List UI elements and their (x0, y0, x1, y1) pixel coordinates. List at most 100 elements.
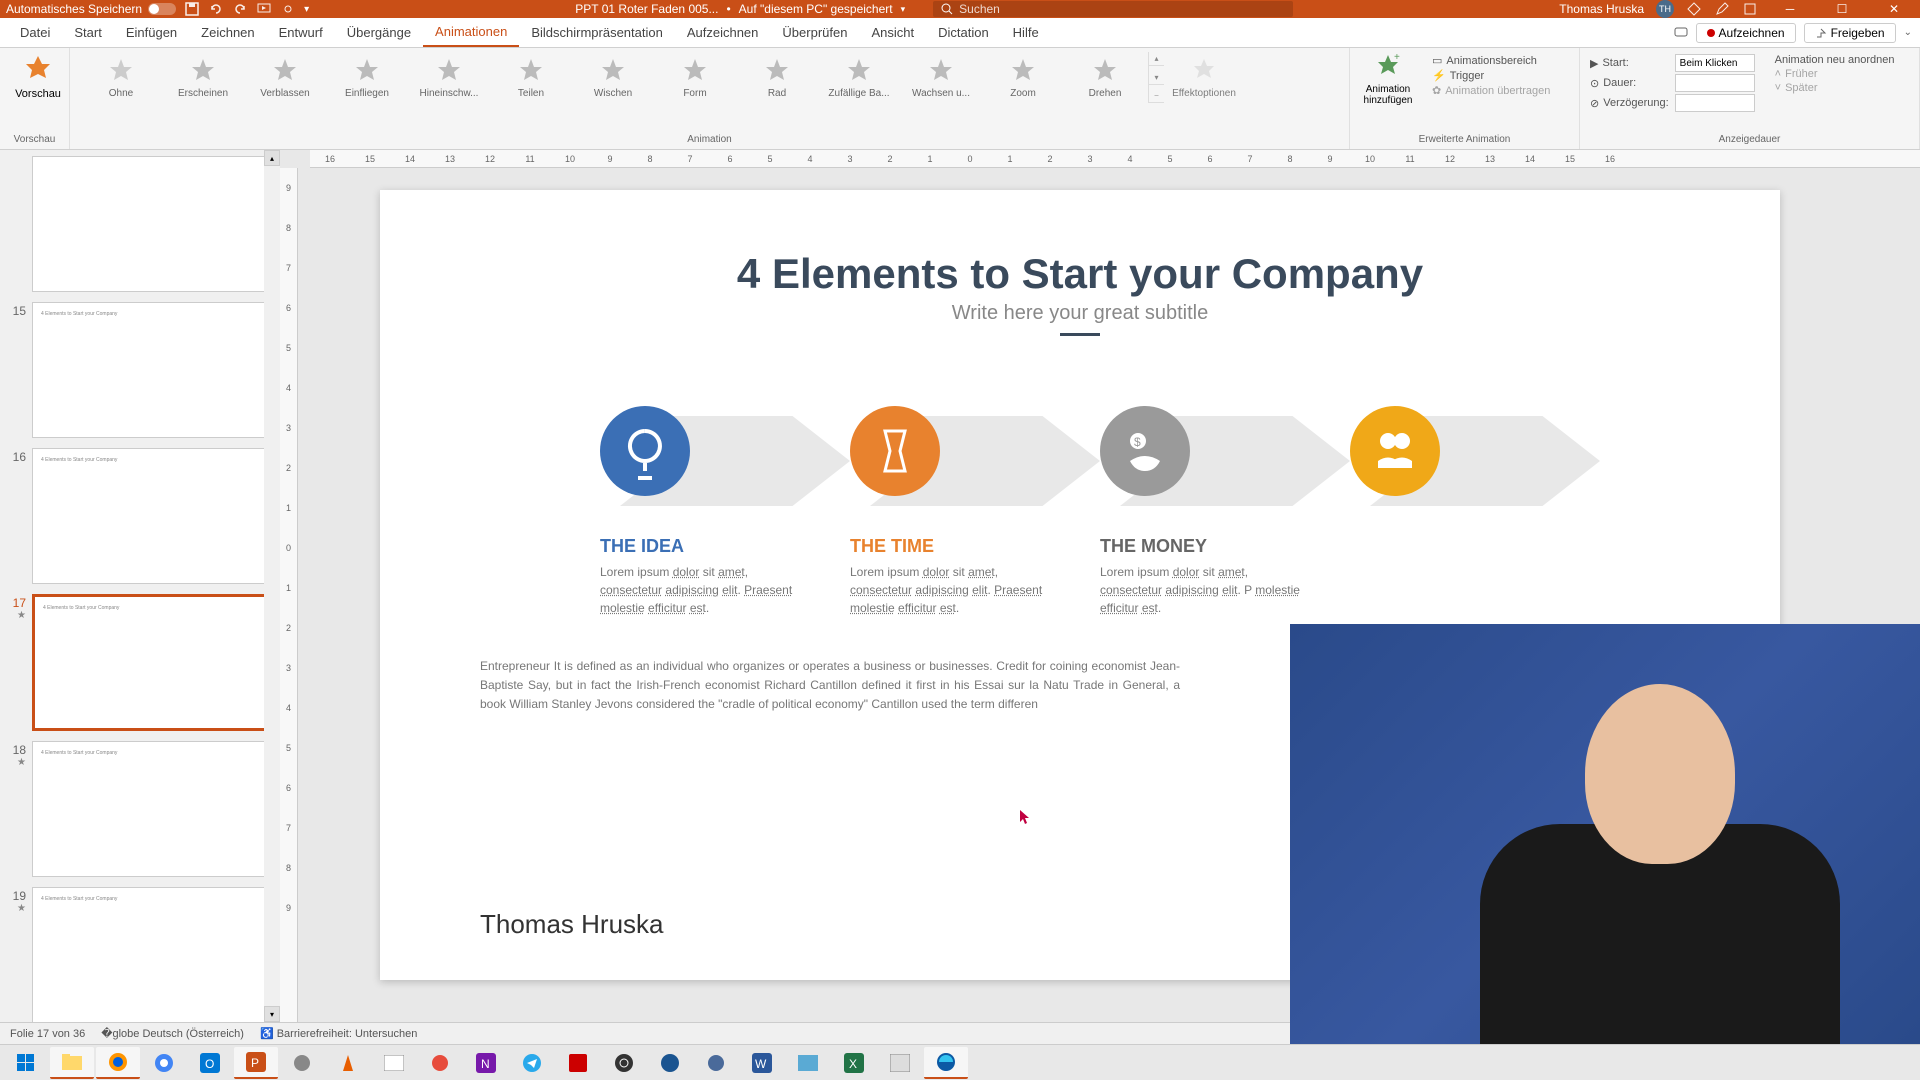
anim-teilen[interactable]: Teilen (492, 56, 570, 99)
redo-icon[interactable] (232, 1, 248, 17)
tab-einfuegen[interactable]: Einfügen (114, 18, 189, 47)
powerpoint-icon[interactable]: P (234, 1047, 278, 1079)
slideshow-icon[interactable] (256, 1, 272, 17)
anim-ohne[interactable]: Ohne (82, 56, 160, 99)
telegram-icon[interactable] (510, 1047, 554, 1079)
anim-wischen[interactable]: Wischen (574, 56, 652, 99)
later-button[interactable]: ˅Später (1775, 82, 1895, 94)
slide-title[interactable]: 4 Elements to Start your Company (460, 250, 1700, 298)
share-button[interactable]: Freigeben (1804, 23, 1896, 43)
anim-zufällige ba...[interactable]: Zufällige Ba... (820, 56, 898, 99)
user-avatar[interactable]: TH (1656, 0, 1674, 18)
anim-rad[interactable]: Rad (738, 56, 816, 99)
tab-uebergaenge[interactable]: Übergänge (335, 18, 423, 47)
ribbon-chevron-icon[interactable]: ⌄ (1904, 27, 1912, 38)
tab-ueberpruefen[interactable]: Überprüfen (770, 18, 859, 47)
app-icon-1[interactable] (280, 1047, 324, 1079)
edge-icon[interactable] (924, 1047, 968, 1079)
tab-zeichnen[interactable]: Zeichnen (189, 18, 266, 47)
app-icon-8[interactable] (878, 1047, 922, 1079)
element-3[interactable] (1330, 406, 1580, 617)
slide-counter[interactable]: Folie 17 von 36 (10, 1028, 85, 1040)
obs-icon[interactable] (602, 1047, 646, 1079)
onenote-icon[interactable]: N (464, 1047, 508, 1079)
delay-input[interactable] (1675, 94, 1755, 112)
thumb-18[interactable]: 18★4 Elements to Start your Company (6, 741, 274, 877)
animation-gallery[interactable]: OhneErscheinenVerblassenEinfliegenHinein… (78, 52, 1148, 103)
anim-verblassen[interactable]: Verblassen (246, 56, 324, 99)
anim-hineinschw...[interactable]: Hineinschw... (410, 56, 488, 99)
close-button[interactable]: ✕ (1874, 2, 1914, 16)
tab-praesentation[interactable]: Bildschirmpräsentation (519, 18, 675, 47)
thumb-19[interactable]: 19★4 Elements to Start your Company (6, 887, 274, 1022)
app-icon-3[interactable] (418, 1047, 462, 1079)
start-button[interactable] (4, 1047, 48, 1079)
preview-button[interactable]: Vorschau (8, 52, 68, 100)
save-icon[interactable] (184, 1, 200, 17)
tab-hilfe[interactable]: Hilfe (1001, 18, 1051, 47)
thumb-scroll-down[interactable]: ▾ (264, 1006, 280, 1022)
outlook-icon[interactable]: O (188, 1047, 232, 1079)
trigger-button[interactable]: ⚡Trigger (1432, 69, 1550, 82)
app-icon-2[interactable] (372, 1047, 416, 1079)
maximize-button[interactable]: ☐ (1822, 2, 1862, 16)
autosave-toggle[interactable]: Automatisches Speichern (6, 2, 176, 16)
gallery-scroll[interactable]: ▴▾⎯ (1148, 52, 1164, 103)
excel-icon[interactable]: X (832, 1047, 876, 1079)
app-icon-7[interactable] (786, 1047, 830, 1079)
effect-options-button[interactable]: Effektoptionen (1174, 52, 1234, 103)
tab-ansicht[interactable]: Ansicht (859, 18, 926, 47)
element-1[interactable]: THE TIME Lorem ipsum dolor sit amet, con… (830, 406, 1080, 617)
accessibility-status[interactable]: ♿ Barrierefreiheit: Untersuchen (260, 1027, 417, 1040)
earlier-button[interactable]: ˄Früher (1775, 68, 1895, 80)
tab-aufzeichnen[interactable]: Aufzeichnen (675, 18, 771, 47)
diamond-icon[interactable] (1686, 1, 1702, 17)
username[interactable]: Thomas Hruska (1559, 2, 1644, 16)
anim-einfliegen[interactable]: Einfliegen (328, 56, 406, 99)
language-status[interactable]: �globe Deutsch (Österreich) (101, 1027, 244, 1040)
anim-erscheinen[interactable]: Erscheinen (164, 56, 242, 99)
word-icon[interactable]: W (740, 1047, 784, 1079)
element-2[interactable]: $ THE MONEY Lorem ipsum dolor sit amet, … (1080, 406, 1330, 617)
touch-icon[interactable] (280, 1, 296, 17)
animation-painter-button[interactable]: ✿Animation übertragen (1432, 84, 1550, 97)
thumb-scroll-up[interactable]: ▴ (264, 150, 280, 166)
app-icon-4[interactable] (556, 1047, 600, 1079)
search-input[interactable]: Suchen (933, 1, 1293, 17)
undo-icon[interactable] (208, 1, 224, 17)
tab-dictation[interactable]: Dictation (926, 18, 1001, 47)
record-button[interactable]: Aufzeichnen (1696, 23, 1796, 43)
thumb-15[interactable]: 154 Elements to Start your Company (6, 302, 274, 438)
anim-drehen[interactable]: Drehen (1066, 56, 1144, 99)
animation-pane-button[interactable]: ▭Animationsbereich (1432, 54, 1550, 67)
start-select[interactable] (1675, 54, 1755, 72)
app-icon-5[interactable] (648, 1047, 692, 1079)
tab-start[interactable]: Start (62, 18, 113, 47)
anim-wachsen u...[interactable]: Wachsen u... (902, 56, 980, 99)
pen-icon[interactable] (1714, 1, 1730, 17)
explorer-icon[interactable] (50, 1047, 94, 1079)
tab-entwurf[interactable]: Entwurf (267, 18, 335, 47)
paragraph-text[interactable]: Entrepreneur It is defined as an individ… (480, 657, 1180, 715)
add-animation-button[interactable]: + Animation hinzufügen (1358, 52, 1418, 106)
thumb-[interactable] (6, 156, 274, 292)
duration-input[interactable] (1675, 74, 1755, 92)
minimize-button[interactable]: ─ (1770, 2, 1810, 16)
tab-datei[interactable]: Datei (8, 18, 62, 47)
slide-thumbnails[interactable]: 154 Elements to Start your Company164 El… (0, 150, 280, 1022)
element-0[interactable]: THE IDEA Lorem ipsum dolor sit amet, con… (580, 406, 830, 617)
window-icon[interactable] (1742, 1, 1758, 17)
vlc-icon[interactable] (326, 1047, 370, 1079)
firefox-icon[interactable] (96, 1047, 140, 1079)
thumb-17[interactable]: 17★4 Elements to Start your Company (6, 594, 274, 730)
anim-zoom[interactable]: Zoom (984, 56, 1062, 99)
author-name[interactable]: Thomas Hruska (480, 909, 664, 940)
anim-form[interactable]: Form (656, 56, 734, 99)
chrome-icon[interactable] (142, 1047, 186, 1079)
tab-animationen[interactable]: Animationen (423, 18, 519, 47)
comments-icon[interactable] (1674, 26, 1688, 40)
thumb-16[interactable]: 164 Elements to Start your Company (6, 448, 274, 584)
slide-subtitle[interactable]: Write here your great subtitle (460, 302, 1700, 325)
app-icon-6[interactable] (694, 1047, 738, 1079)
save-location[interactable]: Auf "diesem PC" gespeichert (739, 2, 893, 16)
